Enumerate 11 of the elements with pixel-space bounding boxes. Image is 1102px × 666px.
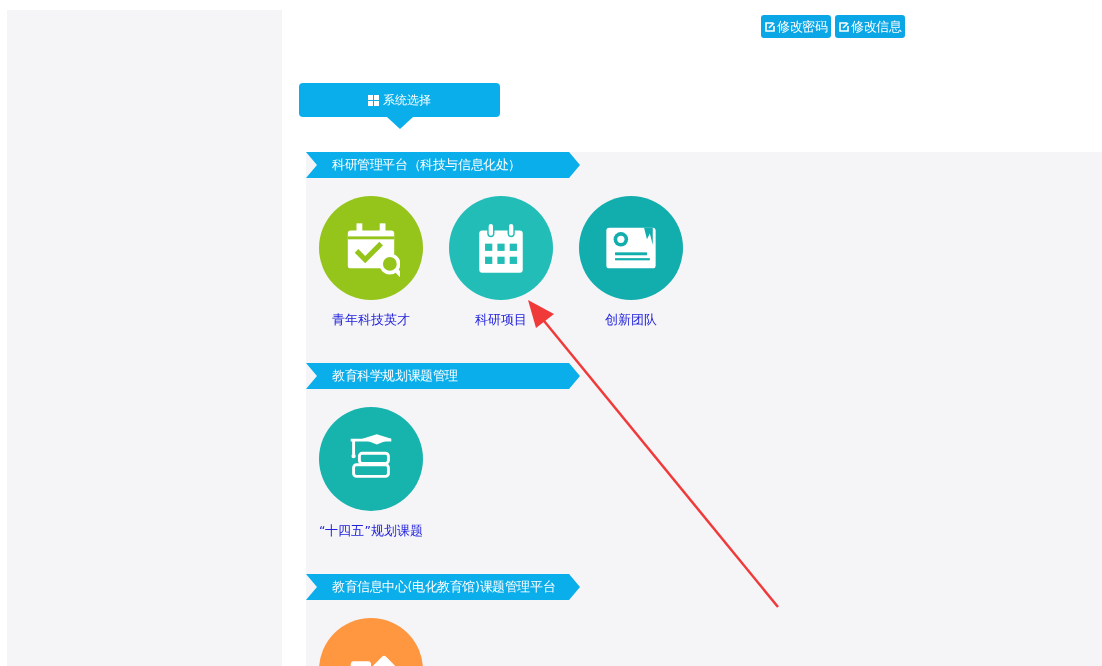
edit-icon bbox=[839, 21, 849, 32]
system-link[interactable]: 科研项目 bbox=[475, 312, 527, 329]
section-header: 教育信息中心(电化教育馆)课题管理平台 bbox=[306, 574, 580, 600]
system-link[interactable]: “十四五”规划课题 bbox=[319, 523, 423, 540]
system-link[interactable]: 创新团队 bbox=[605, 312, 657, 329]
system-link[interactable]: 青年科技英才 bbox=[332, 312, 410, 329]
section-header: 教育科学规划课题管理 bbox=[306, 363, 580, 389]
tab-pointer bbox=[386, 117, 413, 129]
grid-icon bbox=[368, 94, 379, 106]
section-header: 科研管理平台（科技与信息化处） bbox=[306, 152, 580, 178]
edit-icon bbox=[765, 21, 775, 32]
